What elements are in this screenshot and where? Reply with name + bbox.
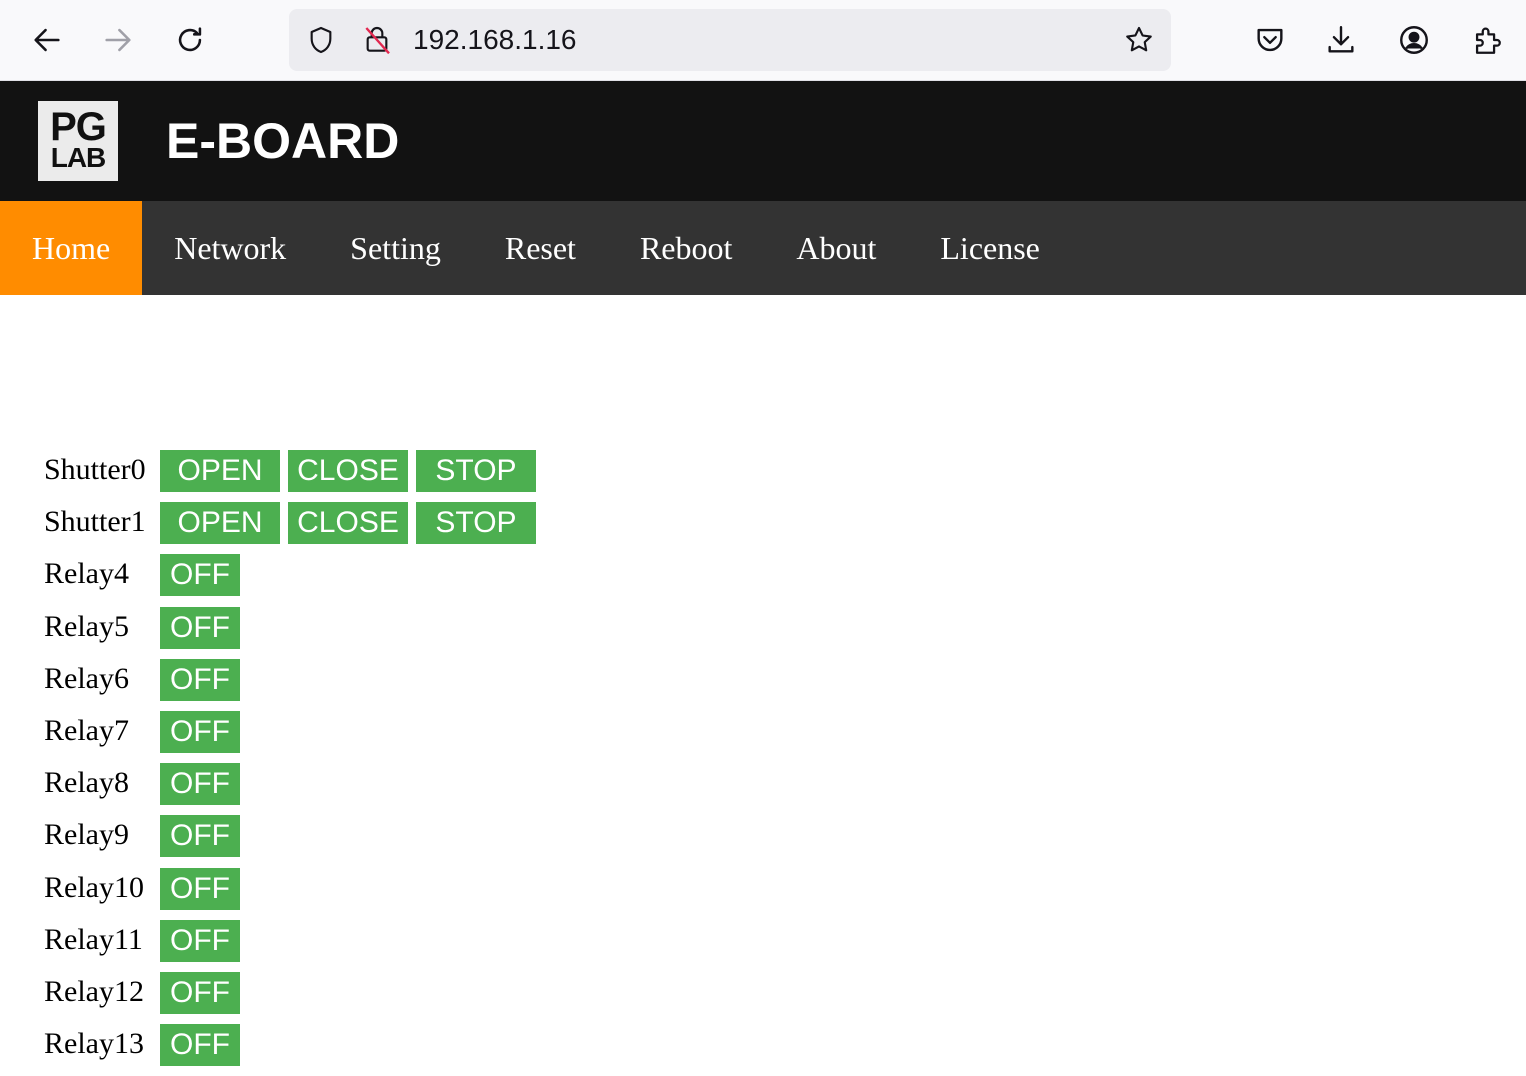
site-title: E-BOARD [166, 113, 400, 169]
relay-label: Relay8 [44, 766, 129, 800]
relay11-toggle-button[interactable]: OFF [160, 919, 240, 962]
shutter1-stop-button[interactable]: STOP [416, 502, 536, 545]
relay-row: Relay8 OFF [44, 763, 240, 815]
downloads-button[interactable] [1320, 19, 1362, 61]
relay9-toggle-button[interactable]: OFF [160, 815, 240, 858]
relay-row: Relay7 OFF [44, 710, 240, 763]
menu-item-reboot[interactable]: Reboot [608, 201, 764, 295]
relay-label: Relay5 [44, 609, 129, 643]
shutter0-close-button[interactable]: CLOSE [288, 450, 408, 492]
shutter0-stop-button[interactable]: STOP [416, 450, 536, 492]
relay6-toggle-button[interactable]: OFF [160, 658, 240, 701]
relay10-toggle-button[interactable]: OFF [160, 867, 240, 910]
reload-button[interactable] [167, 17, 213, 63]
relay-label: Relay6 [44, 661, 129, 695]
shutter1-open-button[interactable]: OPEN [160, 502, 280, 545]
shutter0-open-button[interactable]: OPEN [160, 450, 280, 492]
relay-row: Relay13 OFF [44, 1024, 240, 1076]
back-button[interactable] [24, 17, 70, 63]
relay7-toggle-button[interactable]: OFF [160, 710, 240, 753]
bookmark-star-icon[interactable] [1123, 24, 1155, 56]
relay-label: Relay11 [44, 922, 143, 956]
relay-label: Relay9 [44, 818, 129, 852]
relay-label: Relay13 [44, 1027, 144, 1061]
forward-button[interactable] [95, 17, 141, 63]
controls-panel: Shutter0 OPEN CLOSE STOP Shutter1 OPEN C… [44, 450, 536, 1076]
relay12-toggle-button[interactable]: OFF [160, 971, 240, 1014]
browser-toolbar: 192.168.1.16 [0, 0, 1526, 81]
relay-row: Relay6 OFF [44, 658, 240, 711]
relay-label: Relay12 [44, 974, 144, 1008]
relay4-toggle-button[interactable]: OFF [160, 554, 240, 597]
pocket-button[interactable] [1249, 19, 1291, 61]
relay-row: Relay11 OFF [44, 919, 240, 972]
url-text[interactable]: 192.168.1.16 [413, 24, 577, 56]
menu-item-setting[interactable]: Setting [318, 201, 473, 295]
relay-row: Relay4 OFF [44, 554, 240, 606]
extensions-puzzle-icon [1475, 27, 1501, 54]
site-header: PG LAB E-BOARD [0, 81, 1526, 201]
menu-item-home[interactable]: Home [0, 201, 143, 295]
download-icon [1328, 26, 1354, 53]
address-bar[interactable]: 192.168.1.16 [289, 9, 1171, 71]
reload-icon [178, 27, 202, 52]
account-icon [1400, 26, 1428, 54]
relay-row: Relay12 OFF [44, 971, 240, 1024]
account-button[interactable] [1393, 19, 1435, 61]
relay8-toggle-button[interactable]: OFF [160, 763, 240, 806]
relay-label: Relay10 [44, 870, 144, 904]
relay13-toggle-button[interactable]: OFF [160, 1024, 240, 1067]
shutter-label: Shutter0 [44, 453, 146, 486]
extensions-button[interactable] [1466, 19, 1508, 61]
relay-row: Relay5 OFF [44, 606, 240, 659]
logo-line-1: PG [50, 105, 107, 149]
pglab-logo: PG LAB [38, 101, 118, 181]
forward-arrow-icon [105, 28, 131, 52]
shutter-label: Shutter1 [44, 505, 146, 539]
pocket-icon [1257, 28, 1283, 52]
relay-row: Relay9 OFF [44, 815, 240, 867]
shutter-row: Shutter1 OPEN CLOSE STOP [44, 502, 536, 554]
relay5-toggle-button[interactable]: OFF [160, 606, 240, 649]
menu-item-network[interactable]: Network [142, 201, 318, 295]
menu-item-about[interactable]: About [764, 201, 908, 295]
back-arrow-icon [34, 28, 60, 52]
shutter1-close-button[interactable]: CLOSE [288, 502, 408, 545]
logo-line-2: LAB [50, 142, 107, 173]
menu-item-reset[interactable]: Reset [473, 201, 608, 295]
relay-row: Relay10 OFF [44, 867, 240, 920]
shutter-row: Shutter0 OPEN CLOSE STOP [44, 450, 536, 502]
relay-label: Relay4 [44, 557, 129, 591]
menu-item-license[interactable]: License [908, 201, 1072, 295]
relay-label: Relay7 [44, 713, 129, 747]
tracking-protection-icon[interactable] [305, 24, 337, 56]
insecure-lock-icon[interactable] [361, 24, 393, 56]
main-menu: Home Network Setting Reset Reboot About … [0, 201, 1526, 295]
